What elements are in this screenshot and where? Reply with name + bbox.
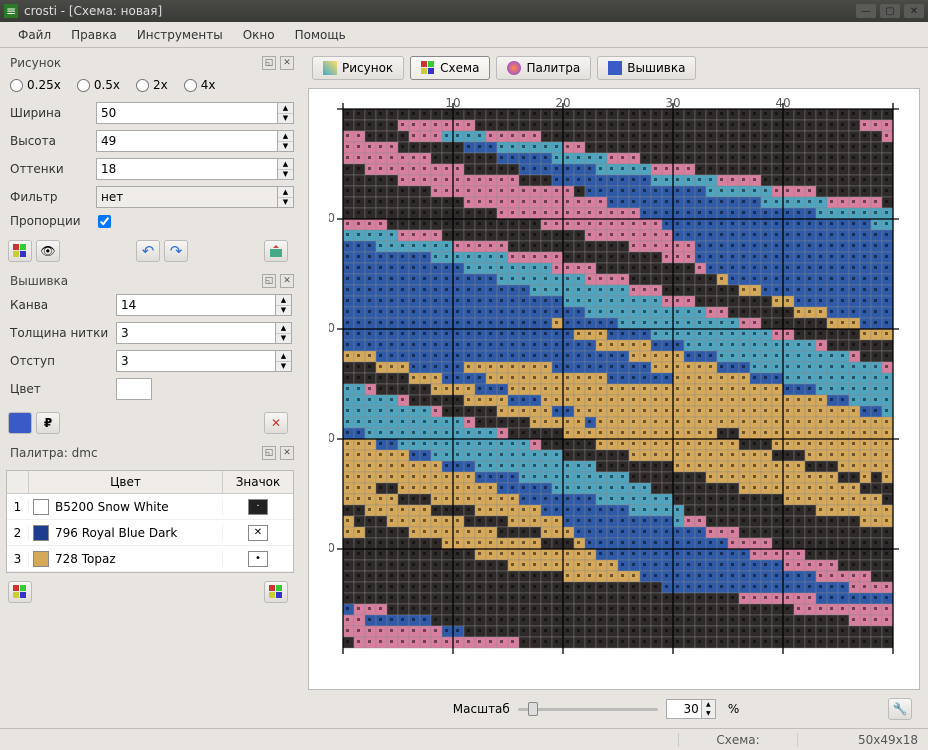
status-scheme: Схема: — [678, 733, 798, 747]
svg-text:10: 10 — [445, 97, 460, 110]
col-color[interactable]: Цвет — [29, 471, 223, 493]
close-icon[interactable]: ✕ — [280, 56, 294, 70]
sidebar: Рисунок ◱ ✕ 0.25x 0.5x 2x 4x Ширина ▲▼ В… — [0, 48, 300, 728]
zoom-2x[interactable]: 2x — [136, 78, 168, 92]
menu-window[interactable]: Окно — [233, 24, 285, 46]
close-button[interactable]: ✕ — [904, 4, 924, 18]
delete-icon[interactable]: ✕ — [264, 412, 288, 434]
thread-label: Толщина нитки — [6, 326, 116, 340]
close-icon[interactable]: ✕ — [280, 274, 294, 288]
svg-text:30: 30 — [665, 97, 680, 110]
zoom-4x[interactable]: 4x — [184, 78, 216, 92]
tabs: Рисунок Схема Палитра Вышивка — [308, 54, 920, 88]
export-icon[interactable] — [264, 240, 288, 262]
table-row[interactable]: 1B5200 Snow White· — [7, 494, 293, 520]
panel-palette-title: Палитра: dmc ◱ ✕ — [6, 444, 294, 466]
titlebar: ≡ crosti - [Схема: новая] — ▢ ✕ — [0, 0, 928, 22]
ruble-icon[interactable]: ₽ — [36, 412, 60, 434]
width-label: Ширина — [6, 106, 96, 120]
window-title: crosti - [Схема: новая] — [24, 4, 852, 18]
menubar: Файл Правка Инструменты Окно Помощь — [0, 22, 928, 48]
col-icon[interactable]: Значок — [223, 471, 293, 493]
restore-icon[interactable]: ◱ — [262, 446, 276, 460]
status-dims: 50x49x18 — [798, 733, 918, 747]
panel-image-title: Рисунок ◱ ✕ — [6, 54, 294, 76]
table-row[interactable]: 3728 Topaz• — [7, 546, 293, 572]
svg-text:20: 20 — [555, 97, 570, 110]
canvas-label: Канва — [6, 298, 116, 312]
restore-icon[interactable]: ◱ — [262, 274, 276, 288]
tab-palette[interactable]: Палитра — [496, 56, 591, 80]
zoom-025x[interactable]: 0.25x — [10, 78, 61, 92]
eye-icon[interactable]: 👁 — [36, 240, 60, 262]
close-icon[interactable]: ✕ — [280, 446, 294, 460]
zoom-input[interactable]: ▲▼ — [666, 699, 720, 719]
width-input[interactable]: ▲▼ — [96, 102, 294, 124]
padding-label: Отступ — [6, 354, 116, 368]
menu-edit[interactable]: Правка — [61, 24, 127, 46]
padding-input[interactable]: ▲▼ — [116, 350, 292, 372]
palette-pick-icon[interactable] — [8, 581, 32, 603]
undo-icon[interactable]: ↶ — [136, 240, 160, 262]
thread-input[interactable]: ▲▼ — [116, 322, 292, 344]
table-row[interactable]: 2796 Royal Blue Dark✕ — [7, 520, 293, 546]
color-picker[interactable] — [116, 378, 152, 400]
proportions-check[interactable] — [98, 215, 111, 228]
height-label: Высота — [6, 134, 96, 148]
restore-icon[interactable]: ◱ — [262, 56, 276, 70]
maximize-button[interactable]: ▢ — [880, 4, 900, 18]
menu-tools[interactable]: Инструменты — [127, 24, 233, 46]
wrench-icon[interactable]: 🔧 — [888, 698, 912, 720]
redo-icon[interactable]: ↷ — [164, 240, 188, 262]
shades-input[interactable]: ▲▼ — [96, 158, 294, 180]
filter-label: Фильтр — [6, 190, 96, 204]
scheme-canvas[interactable]: 1020304010203040 — [308, 88, 920, 690]
grid-icon[interactable] — [8, 412, 32, 434]
palette-apply-icon[interactable] — [264, 581, 288, 603]
menu-help[interactable]: Помощь — [285, 24, 356, 46]
tab-image[interactable]: Рисунок — [312, 56, 404, 80]
app-icon: ≡ — [4, 4, 18, 18]
shades-label: Оттенки — [6, 162, 96, 176]
zoom-slider[interactable] — [518, 708, 658, 711]
filter-combo[interactable]: нет▲▼ — [96, 186, 294, 208]
panel-embroidery-title: Вышивка ◱ ✕ — [6, 272, 294, 294]
palette-table: Цвет Значок 1B5200 Snow White·2796 Royal… — [6, 470, 294, 573]
zoom-radios: 0.25x 0.5x 2x 4x — [6, 76, 294, 102]
height-input[interactable]: ▲▼ — [96, 130, 294, 152]
statusbar: Схема: 50x49x18 — [0, 728, 928, 750]
zoom-label: Масштаб — [453, 702, 510, 716]
tab-scheme[interactable]: Схема — [410, 56, 490, 80]
tab-embroidery[interactable]: Вышивка — [597, 56, 696, 80]
main: Рисунок Схема Палитра Вышивка 1020304010… — [300, 48, 928, 728]
proportions-label: Пропорции — [6, 214, 96, 228]
menu-file[interactable]: Файл — [8, 24, 61, 46]
canvas-input[interactable]: ▲▼ — [116, 294, 292, 316]
palette-icon[interactable] — [8, 240, 32, 262]
zoom-05x[interactable]: 0.5x — [77, 78, 120, 92]
color-label: Цвет — [6, 382, 116, 396]
minimize-button[interactable]: — — [856, 4, 876, 18]
